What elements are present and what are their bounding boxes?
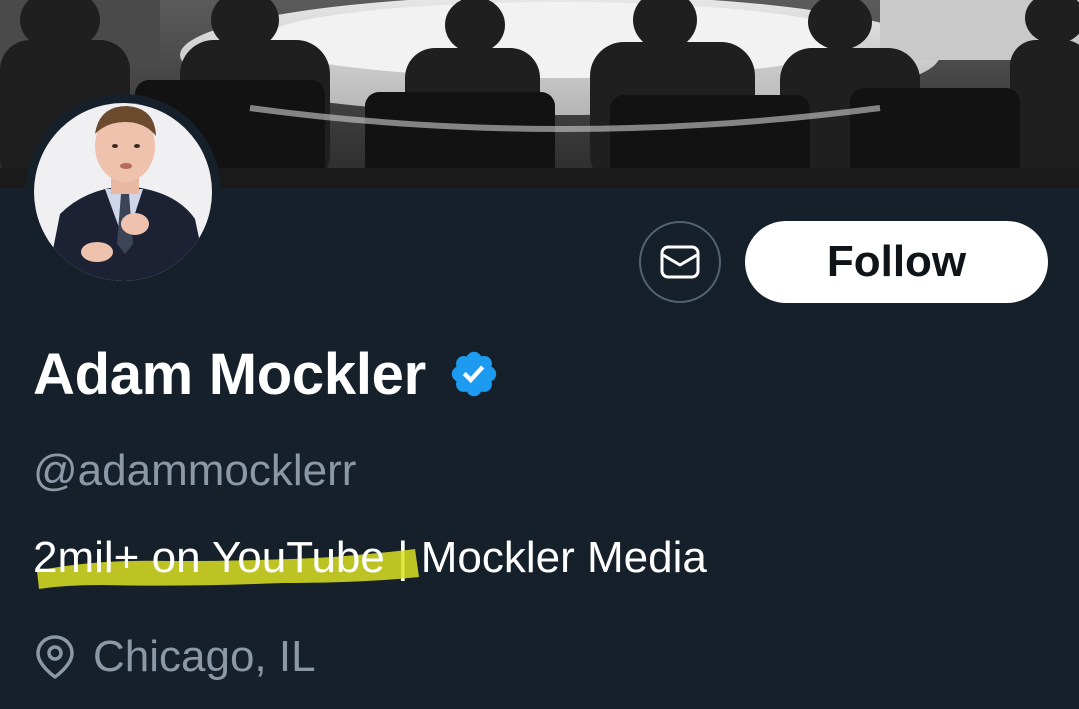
envelope-icon (660, 245, 700, 279)
name-row: Adam Mockler (33, 338, 500, 410)
verified-badge-icon[interactable] (448, 348, 500, 400)
message-button[interactable] (639, 221, 721, 303)
location-pin-icon (36, 635, 74, 679)
profile-bio: 2mil+ on YouTube | Mockler Media (33, 533, 707, 589)
profile-avatar[interactable] (25, 94, 221, 290)
display-name: Adam Mockler (33, 341, 426, 407)
profile-handle: @adammocklerr (33, 446, 357, 495)
bio-rest-text: | Mockler Media (384, 533, 707, 582)
profile-location: Chicago, IL (33, 630, 316, 684)
location-text: Chicago, IL (93, 632, 316, 681)
bio-highlighted-text: 2mil+ on YouTube (33, 533, 419, 589)
follow-button[interactable]: Follow (745, 221, 1048, 303)
profile-page: Follow Adam Mockler @adammocklerr 2mil+ … (0, 0, 1079, 709)
